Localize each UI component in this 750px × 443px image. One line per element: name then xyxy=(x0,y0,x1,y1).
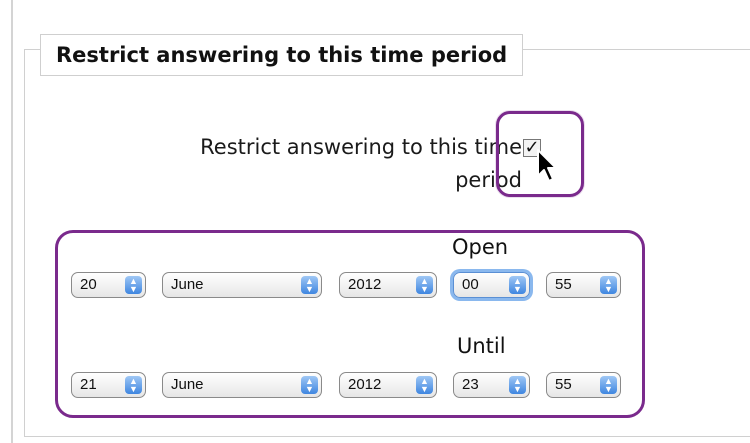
open-year-select[interactable]: 2012 ▲ ▼ xyxy=(339,272,437,298)
until-day-value: 21 xyxy=(80,376,97,393)
open-year-value: 2012 xyxy=(348,276,382,293)
select-arrows-icon: ▲ ▼ xyxy=(416,376,433,394)
open-minute-select[interactable]: 55 ▲ ▼ xyxy=(546,272,621,298)
mouse-pointer-icon xyxy=(537,149,557,182)
until-month-value: June xyxy=(171,376,204,393)
until-label: Until xyxy=(457,334,506,358)
select-arrows-icon: ▲ ▼ xyxy=(600,276,617,294)
select-arrows-icon: ▲ ▼ xyxy=(600,376,617,394)
until-hour-select[interactable]: 23 ▲ ▼ xyxy=(453,372,530,398)
open-hour-value: 00 xyxy=(462,276,479,293)
select-arrows-icon: ▲ ▼ xyxy=(509,276,526,294)
until-year-select[interactable]: 2012 ▲ ▼ xyxy=(339,372,437,398)
select-arrows-icon: ▲ ▼ xyxy=(301,276,318,294)
page-left-border xyxy=(11,0,13,443)
open-hour-select[interactable]: 00 ▲ ▼ xyxy=(453,272,530,298)
restrict-checkbox-label-line2: period xyxy=(455,168,522,192)
until-year-value: 2012 xyxy=(348,376,382,393)
until-minute-value: 55 xyxy=(555,376,572,393)
until-day-select[interactable]: 21 ▲ ▼ xyxy=(71,372,146,398)
restrict-checkbox-label: Restrict answering to this time period xyxy=(200,131,522,197)
fieldset-legend: Restrict answering to this time period xyxy=(40,34,524,76)
select-arrows-icon: ▲ ▼ xyxy=(509,376,526,394)
select-arrows-icon: ▲ ▼ xyxy=(125,376,142,394)
open-label: Open xyxy=(452,235,509,259)
until-minute-select[interactable]: 55 ▲ ▼ xyxy=(546,372,621,398)
select-arrows-icon: ▲ ▼ xyxy=(125,276,142,294)
until-hour-value: 23 xyxy=(462,376,479,393)
open-day-select[interactable]: 20 ▲ ▼ xyxy=(71,272,146,298)
open-month-select[interactable]: June ▲ ▼ xyxy=(162,272,322,298)
open-day-value: 20 xyxy=(80,276,97,293)
select-arrows-icon: ▲ ▼ xyxy=(416,276,433,294)
select-arrows-icon: ▲ ▼ xyxy=(301,376,318,394)
open-month-value: June xyxy=(171,276,204,293)
open-minute-value: 55 xyxy=(555,276,572,293)
restrict-checkbox-label-line1: Restrict answering to this time xyxy=(200,135,522,159)
until-month-select[interactable]: June ▲ ▼ xyxy=(162,372,322,398)
